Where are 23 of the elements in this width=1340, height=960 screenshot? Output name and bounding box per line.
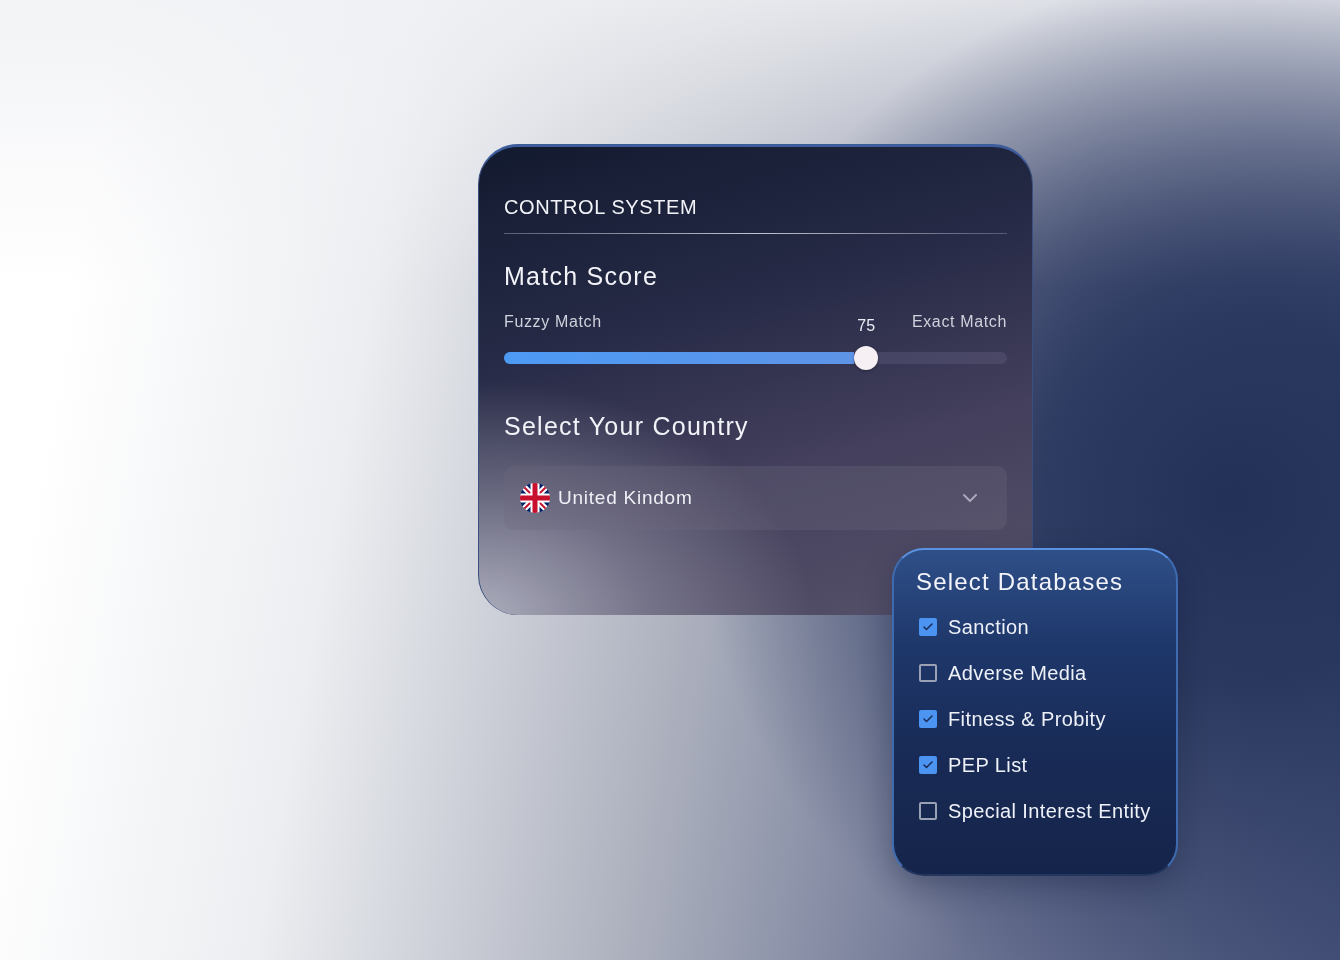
check-icon xyxy=(922,621,934,633)
checkbox[interactable] xyxy=(919,710,937,728)
slider-max-label: Exact Match xyxy=(911,312,1007,332)
database-label: Special Interest Entity xyxy=(948,799,1151,823)
checkbox[interactable] xyxy=(919,618,937,636)
slider-value: 75 xyxy=(857,316,876,336)
checkbox[interactable] xyxy=(919,802,937,820)
check-icon xyxy=(922,759,934,771)
checkbox[interactable] xyxy=(919,756,937,774)
country-dropdown[interactable]: United Kindom xyxy=(504,466,1007,530)
database-label: Sanction xyxy=(948,615,1030,639)
panel-title: CONTROL SYSTEM xyxy=(504,195,699,219)
section-heading: Select Your Country xyxy=(504,411,750,441)
section-heading: Match Score xyxy=(504,261,660,291)
database-label: PEP List xyxy=(948,753,1028,777)
slider-thumb[interactable] xyxy=(854,346,879,370)
database-label: Fitness & Probity xyxy=(948,707,1106,731)
panel-title: Select Databases xyxy=(916,567,1125,597)
checkbox[interactable] xyxy=(919,664,937,682)
slider-min-label: Fuzzy Match xyxy=(504,312,602,332)
flag-icon xyxy=(520,483,550,513)
database-label: Adverse Media xyxy=(948,661,1087,685)
check-icon xyxy=(922,713,934,725)
